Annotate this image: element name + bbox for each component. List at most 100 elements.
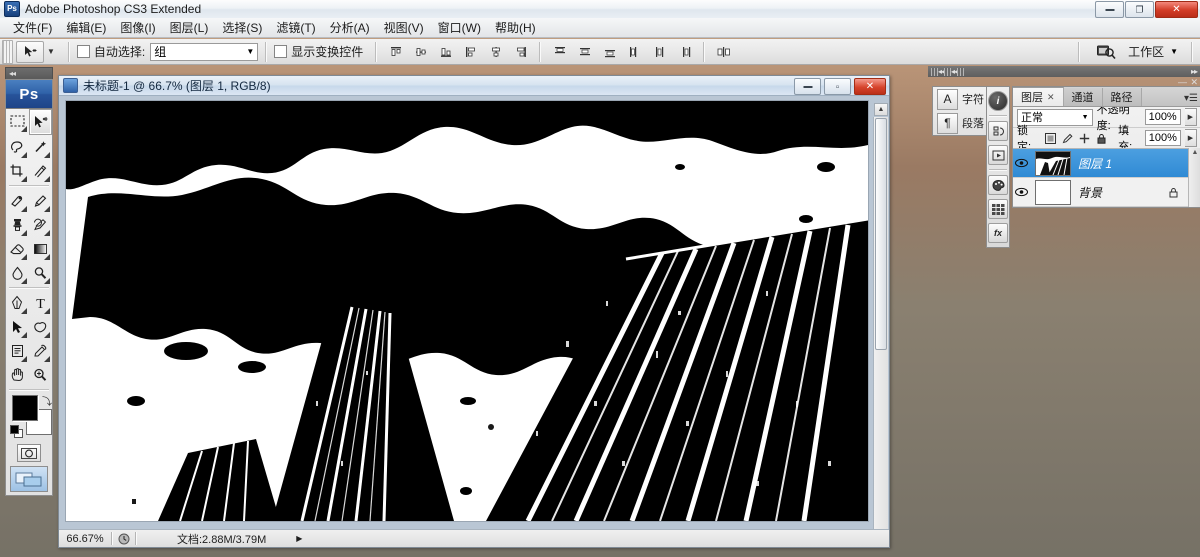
menu-image[interactable]: 图像(I): [113, 17, 162, 38]
distribute-vertical-centers-icon[interactable]: [573, 41, 596, 63]
lock-all-icon[interactable]: [1095, 131, 1108, 145]
type-tool[interactable]: T: [29, 291, 52, 315]
character-panel-button[interactable]: A 字符: [933, 87, 993, 111]
distribute-horizontal-centers-icon[interactable]: [648, 41, 671, 63]
image-canvas[interactable]: [65, 100, 869, 522]
paragraph-panel-button[interactable]: ¶ 段落: [933, 111, 993, 135]
move-tool[interactable]: [29, 109, 52, 135]
layer-thumbnail[interactable]: [1035, 151, 1071, 176]
document-close-button[interactable]: ✕: [854, 78, 886, 95]
document-minimize-button[interactable]: [794, 78, 821, 95]
menu-analysis[interactable]: 分析(A): [323, 17, 377, 38]
menu-file[interactable]: 文件(F): [6, 17, 59, 38]
status-expand-arrow-icon[interactable]: ▶: [296, 534, 302, 543]
align-vertical-centers-icon[interactable]: [409, 41, 432, 63]
lock-transparent-pixels-icon[interactable]: [1044, 131, 1057, 145]
dock-grip-left[interactable]: [931, 68, 938, 76]
tab-layers[interactable]: 图层 ✕: [1013, 87, 1064, 106]
menu-window[interactable]: 窗口(W): [431, 17, 488, 38]
align-top-edges-icon[interactable]: [384, 41, 407, 63]
tool-preset-chevron-icon[interactable]: ▼: [47, 47, 55, 56]
healing-brush-tool[interactable]: [6, 189, 29, 213]
screen-mode-icon[interactable]: [10, 466, 48, 492]
align-bottom-edges-icon[interactable]: [434, 41, 457, 63]
dock-grip-mid[interactable]: [944, 68, 951, 76]
menu-select[interactable]: 选择(S): [215, 17, 269, 38]
menu-view[interactable]: 视图(V): [377, 17, 431, 38]
swatches-panel-button[interactable]: [987, 197, 1009, 221]
dock-grip-mid2[interactable]: [957, 68, 964, 76]
notes-tool[interactable]: [6, 339, 29, 363]
foreground-color-swatch[interactable]: [12, 395, 38, 421]
default-colors-icon[interactable]: [10, 425, 21, 436]
tab-channels[interactable]: 通道: [1064, 88, 1103, 106]
lock-position-icon[interactable]: [1078, 131, 1091, 145]
path-selection-tool[interactable]: [6, 315, 29, 339]
eyedropper-tool[interactable]: [29, 339, 52, 363]
minimize-button[interactable]: [1095, 1, 1124, 18]
document-maximize-button[interactable]: ▫: [824, 78, 851, 95]
layer-row-layer1[interactable]: 图层 1: [1013, 149, 1200, 178]
blur-tool[interactable]: [6, 261, 29, 285]
hand-tool[interactable]: [6, 363, 29, 387]
panel-menu-icon[interactable]: ▾☰: [1184, 93, 1198, 104]
align-left-edges-icon[interactable]: [459, 41, 482, 63]
color-panel-button[interactable]: [987, 173, 1009, 197]
brush-tool[interactable]: [29, 189, 52, 213]
menu-layer[interactable]: 图层(L): [163, 17, 216, 38]
history-panel-button[interactable]: [987, 119, 1009, 143]
panel-minimize-icon[interactable]: —: [1178, 77, 1187, 87]
distribute-top-edges-icon[interactable]: [548, 41, 571, 63]
quick-mask-icon[interactable]: [17, 444, 41, 462]
fill-slider-arrow-icon[interactable]: ▶: [1185, 129, 1197, 147]
distribute-link-icon[interactable]: [712, 41, 735, 63]
show-transform-checkbox[interactable]: [274, 45, 287, 58]
tab-paths[interactable]: 路径: [1103, 88, 1142, 106]
canvas-vertical-scrollbar[interactable]: ▲ ▼: [873, 117, 888, 531]
workspace-button[interactable]: 工作区 ▼: [1122, 40, 1184, 63]
slice-tool[interactable]: [29, 159, 52, 183]
align-horizontal-centers-icon[interactable]: [484, 41, 507, 63]
align-right-edges-icon[interactable]: [509, 41, 532, 63]
menu-filter[interactable]: 滤镜(T): [269, 17, 322, 38]
zoom-tool[interactable]: [29, 363, 52, 387]
distribute-right-edges-icon[interactable]: [673, 41, 696, 63]
dodge-tool[interactable]: [29, 261, 52, 285]
styles-panel-button[interactable]: fx: [987, 221, 1009, 245]
lasso-tool[interactable]: [6, 135, 29, 159]
scrollbar-thumb[interactable]: [875, 118, 887, 350]
zoom-level-field[interactable]: 66.67%: [59, 533, 111, 545]
eye-icon[interactable]: [1015, 187, 1035, 197]
swap-colors-icon[interactable]: ⤵: [42, 393, 52, 408]
move-tool-icon[interactable]: [16, 41, 44, 63]
info-panel-button[interactable]: i: [987, 89, 1009, 113]
layers-panel-scrollbar[interactable]: ▲: [1188, 148, 1200, 207]
marquee-tool[interactable]: [6, 109, 29, 133]
pen-tool[interactable]: [6, 291, 29, 315]
auto-select-checkbox[interactable]: [77, 45, 90, 58]
restore-button[interactable]: ❐: [1125, 1, 1154, 18]
distribute-left-edges-icon[interactable]: [623, 41, 646, 63]
opacity-slider-arrow-icon[interactable]: ▶: [1185, 108, 1197, 126]
magic-wand-tool[interactable]: [29, 135, 52, 159]
dock-collapse-bar[interactable]: ◂◂ ◂◂ ▸▸: [928, 66, 1200, 77]
clone-stamp-tool[interactable]: [6, 213, 29, 237]
opacity-value[interactable]: 100%: [1145, 109, 1181, 125]
scroll-up-arrow-icon[interactable]: ▲: [874, 103, 888, 116]
lock-image-pixels-icon[interactable]: [1061, 131, 1074, 145]
eye-icon[interactable]: [1015, 158, 1035, 168]
history-brush-tool[interactable]: [29, 213, 52, 237]
gradient-tool[interactable]: [29, 237, 52, 261]
layer-row-background[interactable]: 背景: [1013, 178, 1200, 207]
toolbox-collapse-bar[interactable]: ◂◂: [5, 67, 53, 79]
fill-value[interactable]: 100%: [1145, 130, 1181, 146]
menu-edit[interactable]: 编辑(E): [59, 17, 113, 38]
actions-panel-button[interactable]: [987, 143, 1009, 167]
tab-close-icon[interactable]: ✕: [1047, 92, 1055, 103]
menu-help[interactable]: 帮助(H): [488, 17, 543, 38]
bridge-button[interactable]: [1090, 40, 1122, 63]
auto-select-dropdown[interactable]: 组 ▼: [150, 43, 258, 61]
options-bar-grip[interactable]: [2, 40, 13, 64]
close-button[interactable]: ✕: [1155, 1, 1198, 18]
distribute-bottom-edges-icon[interactable]: [598, 41, 621, 63]
